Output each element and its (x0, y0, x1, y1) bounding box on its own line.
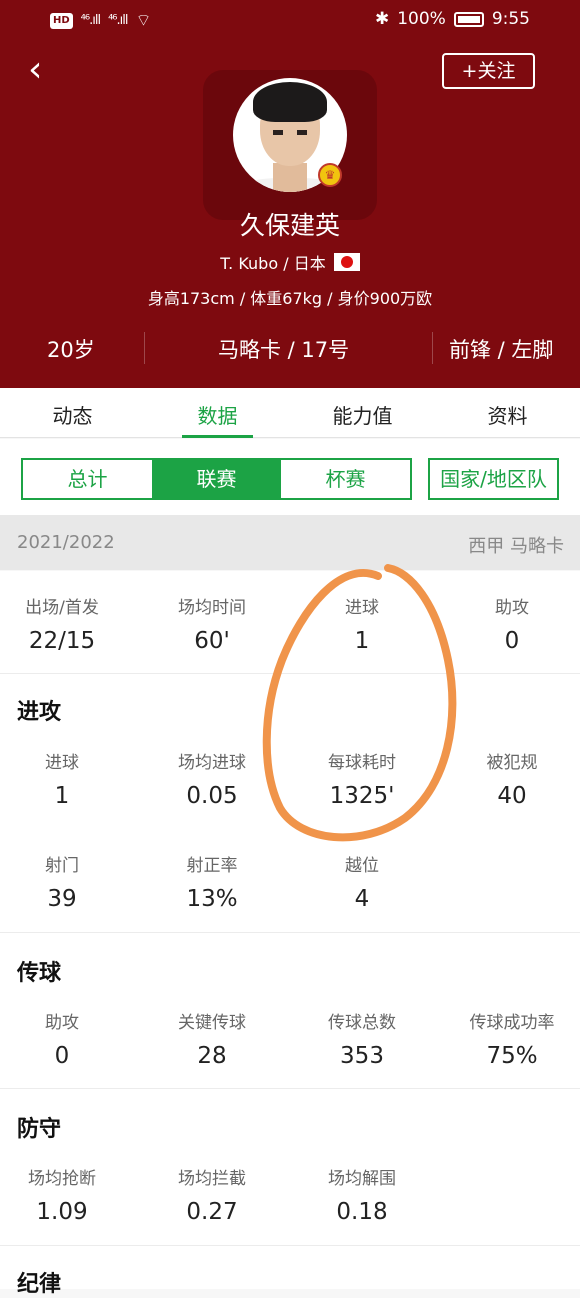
battery-percent: 100% (397, 9, 446, 29)
stat-shot-accuracy: 射正率 13% (186, 856, 238, 912)
stat-avg-minutes: 场均时间 60' (178, 598, 246, 654)
clock: 9:55 (491, 9, 530, 29)
stat-clearances: 场均解围 0.18 (328, 1169, 396, 1225)
stat-minutes-per-goal: 每球耗时 1325' (328, 753, 396, 809)
stat-shots: 射门 39 (45, 856, 79, 912)
tab-feed[interactable]: 动态 (0, 400, 145, 429)
stat-fouled: 被犯规 40 (486, 753, 538, 809)
tab-profile[interactable]: 资料 (435, 400, 580, 429)
hd-icon: HD (50, 12, 73, 29)
national-team-button[interactable]: 国家/地区队 (428, 458, 559, 500)
season-year: 2021/2022 (17, 532, 115, 553)
stat-interceptions: 场均拦截 0.27 (178, 1169, 246, 1225)
segment-league[interactable]: 联赛 (152, 460, 281, 498)
bluetooth-icon: ✱ (374, 9, 390, 29)
stat-pass-success: 传球成功率 75% (469, 1013, 555, 1069)
passing-section: 传球 助攻 0 关键传球 28 传球总数 353 传球成功率 75% (0, 933, 580, 1088)
battery-icon (453, 11, 484, 27)
competition-segment: 总计 联赛 杯赛 (21, 458, 412, 500)
back-icon[interactable]: ‹ (28, 52, 42, 88)
wifi-icon: ⌔ (135, 11, 152, 31)
age: 20岁 (47, 338, 95, 362)
defense-title: 防守 (17, 1117, 62, 1142)
stat-assists: 助攻 0 (495, 598, 529, 654)
player-subname: T. Kubo / 日本 (0, 250, 580, 274)
stat-key-passes: 关键传球 28 (178, 1013, 246, 1069)
season-bar[interactable]: 2021/2022 西甲 马略卡 (0, 515, 580, 570)
segment-total[interactable]: 总计 (23, 460, 152, 498)
segment-cup[interactable]: 杯赛 (281, 460, 410, 498)
signal-icon: ⁴⁶.ıll (80, 13, 101, 28)
tab-ability[interactable]: 能力值 (290, 400, 435, 429)
season-league: 西甲 马略卡 (468, 536, 564, 557)
stat-pass-assists: 助攻 0 (45, 1013, 79, 1069)
japan-flag-icon (333, 253, 360, 271)
tab-underline (182, 435, 253, 438)
tab-stats[interactable]: 数据 (145, 400, 290, 429)
player-name: 久保建英 (239, 211, 340, 240)
club-crest-icon: ♛ (318, 163, 342, 187)
stat-apps: 出场/首发 22/15 (25, 598, 99, 654)
info-bar: 20岁 马略卡 / 17号 前锋 / 左脚 (0, 328, 580, 368)
signal-icon-2: ⁴⁶.ıll (108, 13, 128, 28)
stat-total-passes: 传球总数 353 (328, 1013, 396, 1069)
position-foot: 前锋 / 左脚 (449, 338, 554, 362)
club-number: 马略卡 / 17号 (218, 338, 350, 362)
passing-title: 传球 (17, 961, 62, 986)
player-bio: 身高173cm / 体重67kg / 身价900万欧 (147, 289, 433, 308)
status-bar: HD ⁴⁶.ıll ⁴⁶.ıll ⌔ ✱ 100% 9:55 (0, 0, 580, 40)
follow-button[interactable]: +关注 (442, 53, 535, 89)
stat-attack-goals: 进球 1 (45, 753, 79, 809)
stat-offsides: 越位 4 (345, 856, 379, 912)
summary-stats: 出场/首发 22/15 场均时间 60' 进球 1 助攻 0 (0, 571, 580, 673)
attack-section: 进攻 进球 1 场均进球 0.05 每球耗时 1325' 被犯规 40 射门 39 射正率… (0, 674, 580, 932)
defense-section: 防守 场均抢断 1.09 场均拦截 0.27 场均解围 0.18 (0, 1089, 580, 1245)
stat-goals: 进球 1 (345, 598, 379, 654)
attack-title: 进攻 (17, 700, 62, 725)
discipline-title: 纪律 (17, 1272, 62, 1297)
player-header: HD ⁴⁶.ıll ⁴⁶.ıll ⌔ ✱ 100% 9:55 ‹ +关注 ♛ 久… (0, 0, 580, 388)
main-tabs: 动态 数据 能力值 资料 (0, 388, 580, 438)
latin-name: T. Kubo / 日本 (220, 254, 326, 273)
segment-area: 总计 联赛 杯赛 国家/地区队 (0, 439, 580, 515)
discipline-section: 纪律 (0, 1246, 580, 1297)
stat-tackles: 场均抢断 1.09 (28, 1169, 96, 1225)
stat-goals-per-game: 场均进球 0.05 (178, 753, 246, 809)
